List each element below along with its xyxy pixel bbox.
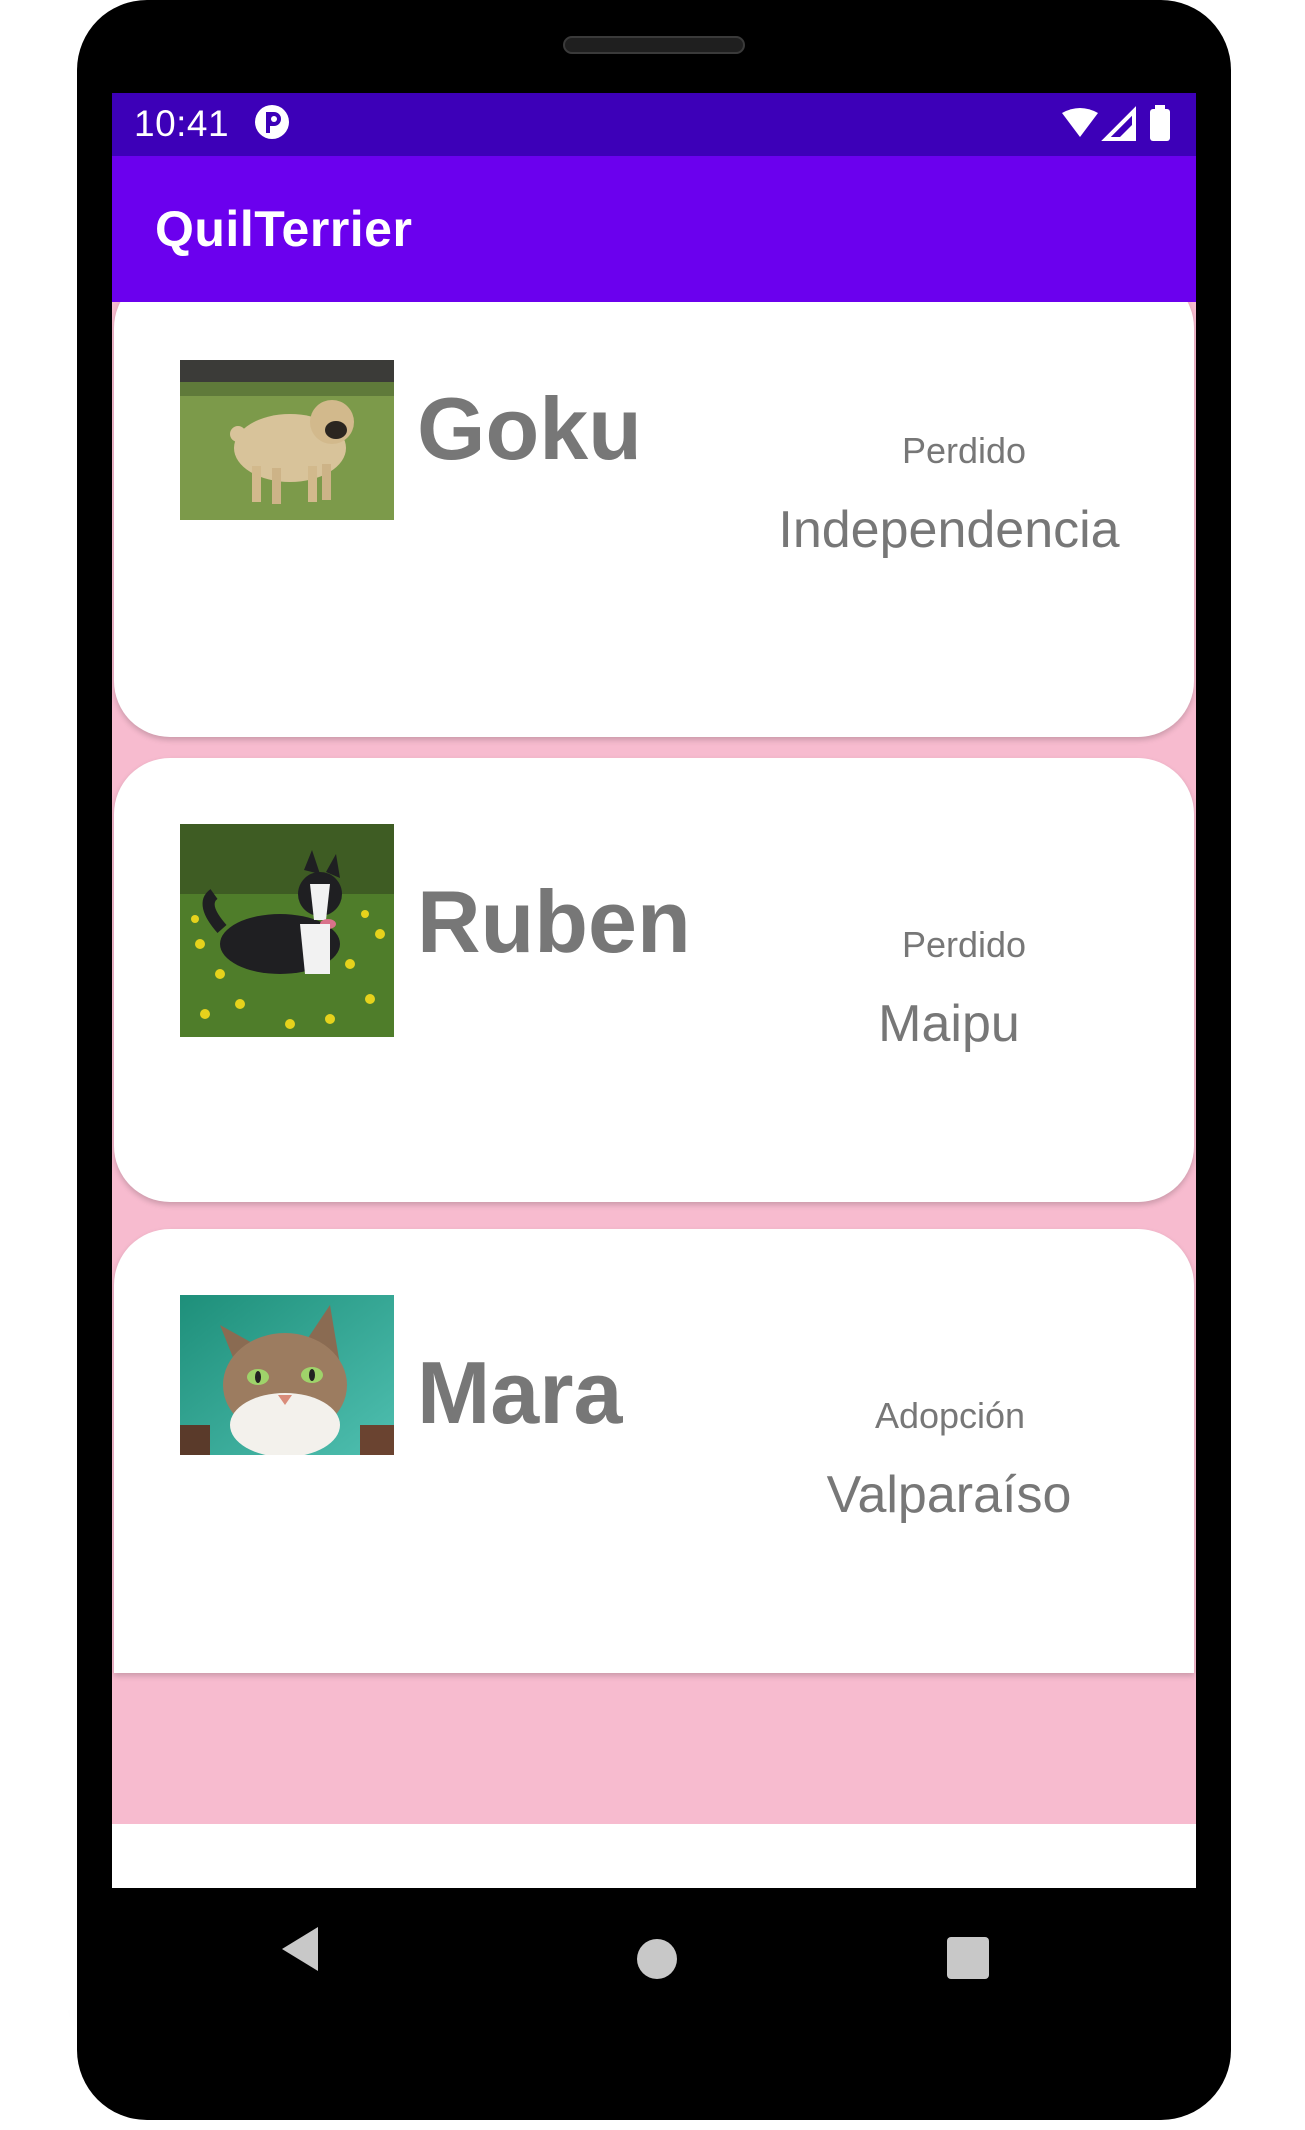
recents-icon[interactable] [947, 1937, 989, 1979]
pet-status: Adopción [874, 1395, 1026, 1436]
status-time: 10:41 [134, 103, 230, 144]
pet-card[interactable]: Mara Adopción Valparaíso [114, 1229, 1194, 1673]
pet-card[interactable]: Goku Perdido Independencia [114, 302, 1194, 737]
device-frame: 10:41 QuilTerrier Goku Perdido Independe… [77, 0, 1231, 2120]
wifi-icon [1062, 108, 1098, 137]
app-title: QuilTerrier [155, 201, 413, 257]
pet-name: Ruben [417, 872, 691, 971]
pet-photo-cat [180, 1295, 394, 1455]
notification-icon [255, 105, 289, 139]
pet-name: Goku [417, 379, 642, 478]
pet-card[interactable]: Ruben Perdido Maipu [114, 758, 1194, 1202]
pet-status: Perdido [901, 430, 1027, 471]
app-screen: 10:41 QuilTerrier Goku Perdido Independe… [112, 93, 1196, 1888]
status-bar: 10:41 [112, 93, 1196, 156]
pet-status: Perdido [901, 924, 1027, 965]
pet-location: Maipu [878, 995, 1020, 1053]
pet-photo-pug [180, 360, 394, 520]
status-icons [1062, 105, 1170, 141]
pet-location: Independencia [778, 501, 1120, 559]
pet-list[interactable]: Goku Perdido Independencia Ruben Perdido… [112, 302, 1196, 1824]
pet-photo-dog [180, 824, 394, 1037]
battery-icon [1150, 109, 1170, 141]
home-icon[interactable] [637, 1939, 677, 1979]
pet-location: Valparaíso [826, 1466, 1072, 1524]
app-bar: QuilTerrier [112, 156, 1196, 302]
pet-name: Mara [417, 1343, 623, 1442]
back-icon[interactable] [282, 1927, 322, 1971]
device-speaker [563, 36, 745, 54]
